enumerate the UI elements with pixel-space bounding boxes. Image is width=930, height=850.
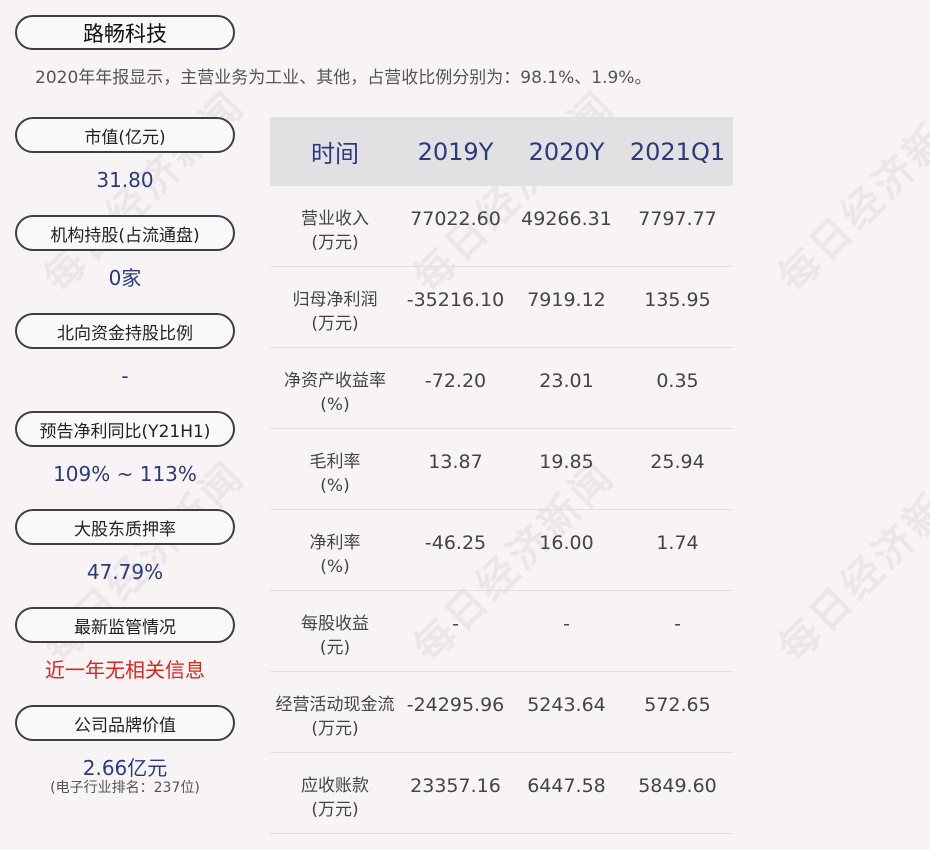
metric-institutional-holdings: 机构持股(占流通盘) 0家 [15,215,235,313]
metric-brand-value: 公司品牌价值 2.66亿元 (电子行业排名：237位) [15,705,235,803]
watermark: 每日经济新闻 [770,82,930,302]
table-row: 营业收入 (万元) 77022.60 49266.31 7797.77 [270,186,733,267]
table-cell: 25.94 [650,451,705,473]
table-row: 净资产收益率 (%) -72.20 23.01 0.35 [270,348,733,429]
table-cell: 77022.60 [410,208,501,230]
row-label: 净资产收益率 (%) [284,371,386,415]
table-row: 净利率 (%) -46.25 16.00 1.74 [270,510,733,591]
metric-northbound-ratio: 北向资金持股比例 - [15,313,235,411]
table-cell: 6447.58 [527,775,606,797]
table-cell: 0.35 [656,370,699,392]
metric-label: 大股东质押率 [15,509,235,545]
table-cell: 19.85 [539,451,594,473]
header-cell: 2020Y [528,137,605,166]
metric-value: 0家 [108,266,142,290]
table-cell: 1.74 [656,532,699,554]
table-row: 应收账款 (万元) 23357.16 6447.58 5849.60 [270,753,733,834]
metric-regulatory-status: 最新监管情况 近一年无相关信息 [15,607,235,705]
metric-market-cap: 市值(亿元) 31.80 [15,117,235,215]
table-cell: 572.65 [644,694,711,716]
table-cell: 5849.60 [638,775,717,797]
financial-table: 时间 2019Y 2020Y 2021Q1 营业收入 (万元) 77022.60 … [270,117,733,834]
table-cell: -24295.96 [406,694,505,716]
table-cell: -72.20 [424,370,487,392]
metric-label: 公司品牌价值 [15,705,235,741]
header-cell: 2019Y [417,137,494,166]
table-cell: -35216.10 [406,289,505,311]
row-label: 毛利率 (%) [309,452,361,496]
row-label: 营业收入 (万元) [301,209,369,253]
table-cell: 7797.77 [638,208,717,230]
metric-value: - [121,364,129,388]
metric-profit-forecast: 预告净利同比(Y21H1) 109% ~ 113% [15,411,235,509]
metric-label: 最新监管情况 [15,607,235,643]
table-cell: 5243.64 [527,694,606,716]
metric-value: 47.79% [86,560,164,584]
table-row: 经营活动现金流 (万元) -24295.96 5243.64 572.65 [270,672,733,753]
table-cell: 23.01 [539,370,594,392]
metric-value: 2.66亿元 [82,756,168,780]
table-cell: - [452,613,459,635]
row-label: 应收账款 (万元) [301,776,369,820]
metric-subnote: (电子行业排名：237位) [50,780,200,796]
table-cell: 49266.31 [521,208,612,230]
table-cell: - [563,613,570,635]
table-row: 毛利率 (%) 13.87 19.85 25.94 [270,429,733,510]
company-name: 路畅科技 [15,15,235,50]
metric-label: 预告净利同比(Y21H1) [15,411,235,447]
metrics-panel: 市值(亿元) 31.80 机构持股(占流通盘) 0家 北向资金持股比例 - 预告… [15,117,235,803]
row-label: 净利率 (%) [309,533,361,577]
table-cell: 13.87 [428,451,483,473]
table-cell: 7919.12 [527,289,606,311]
header-cell: 时间 [311,140,359,168]
metric-value: 近一年无相关信息 [45,658,205,682]
metric-value: 109% ~ 113% [53,462,197,486]
table-row: 归母净利润 (万元) -35216.10 7919.12 135.95 [270,267,733,348]
table-row: 每股收益 (元) - - - [270,591,733,672]
watermark: 每日经济新闻 [770,452,930,672]
row-label: 归母净利润 (万元) [292,290,378,334]
metric-label: 市值(亿元) [15,117,235,153]
metric-label: 机构持股(占流通盘) [15,215,235,251]
table-cell: 16.00 [539,532,594,554]
row-label: 经营活动现金流 (万元) [275,695,395,739]
metric-pledge-ratio: 大股东质押率 47.79% [15,509,235,607]
table-cell: -46.25 [424,532,487,554]
table-cell: 135.95 [644,289,711,311]
metric-value: 31.80 [96,168,154,192]
business-summary: 2020年年报显示，主营业务为工业、其他，占营收比例分别为：98.1%、1.9%… [35,68,652,88]
table-cell: 23357.16 [410,775,501,797]
table-header: 时间 2019Y 2020Y 2021Q1 [270,117,733,186]
header-cell: 2021Q1 [629,137,726,166]
metric-label: 北向资金持股比例 [15,313,235,349]
row-label: 每股收益 (元) [301,614,369,658]
table-cell: - [674,613,681,635]
